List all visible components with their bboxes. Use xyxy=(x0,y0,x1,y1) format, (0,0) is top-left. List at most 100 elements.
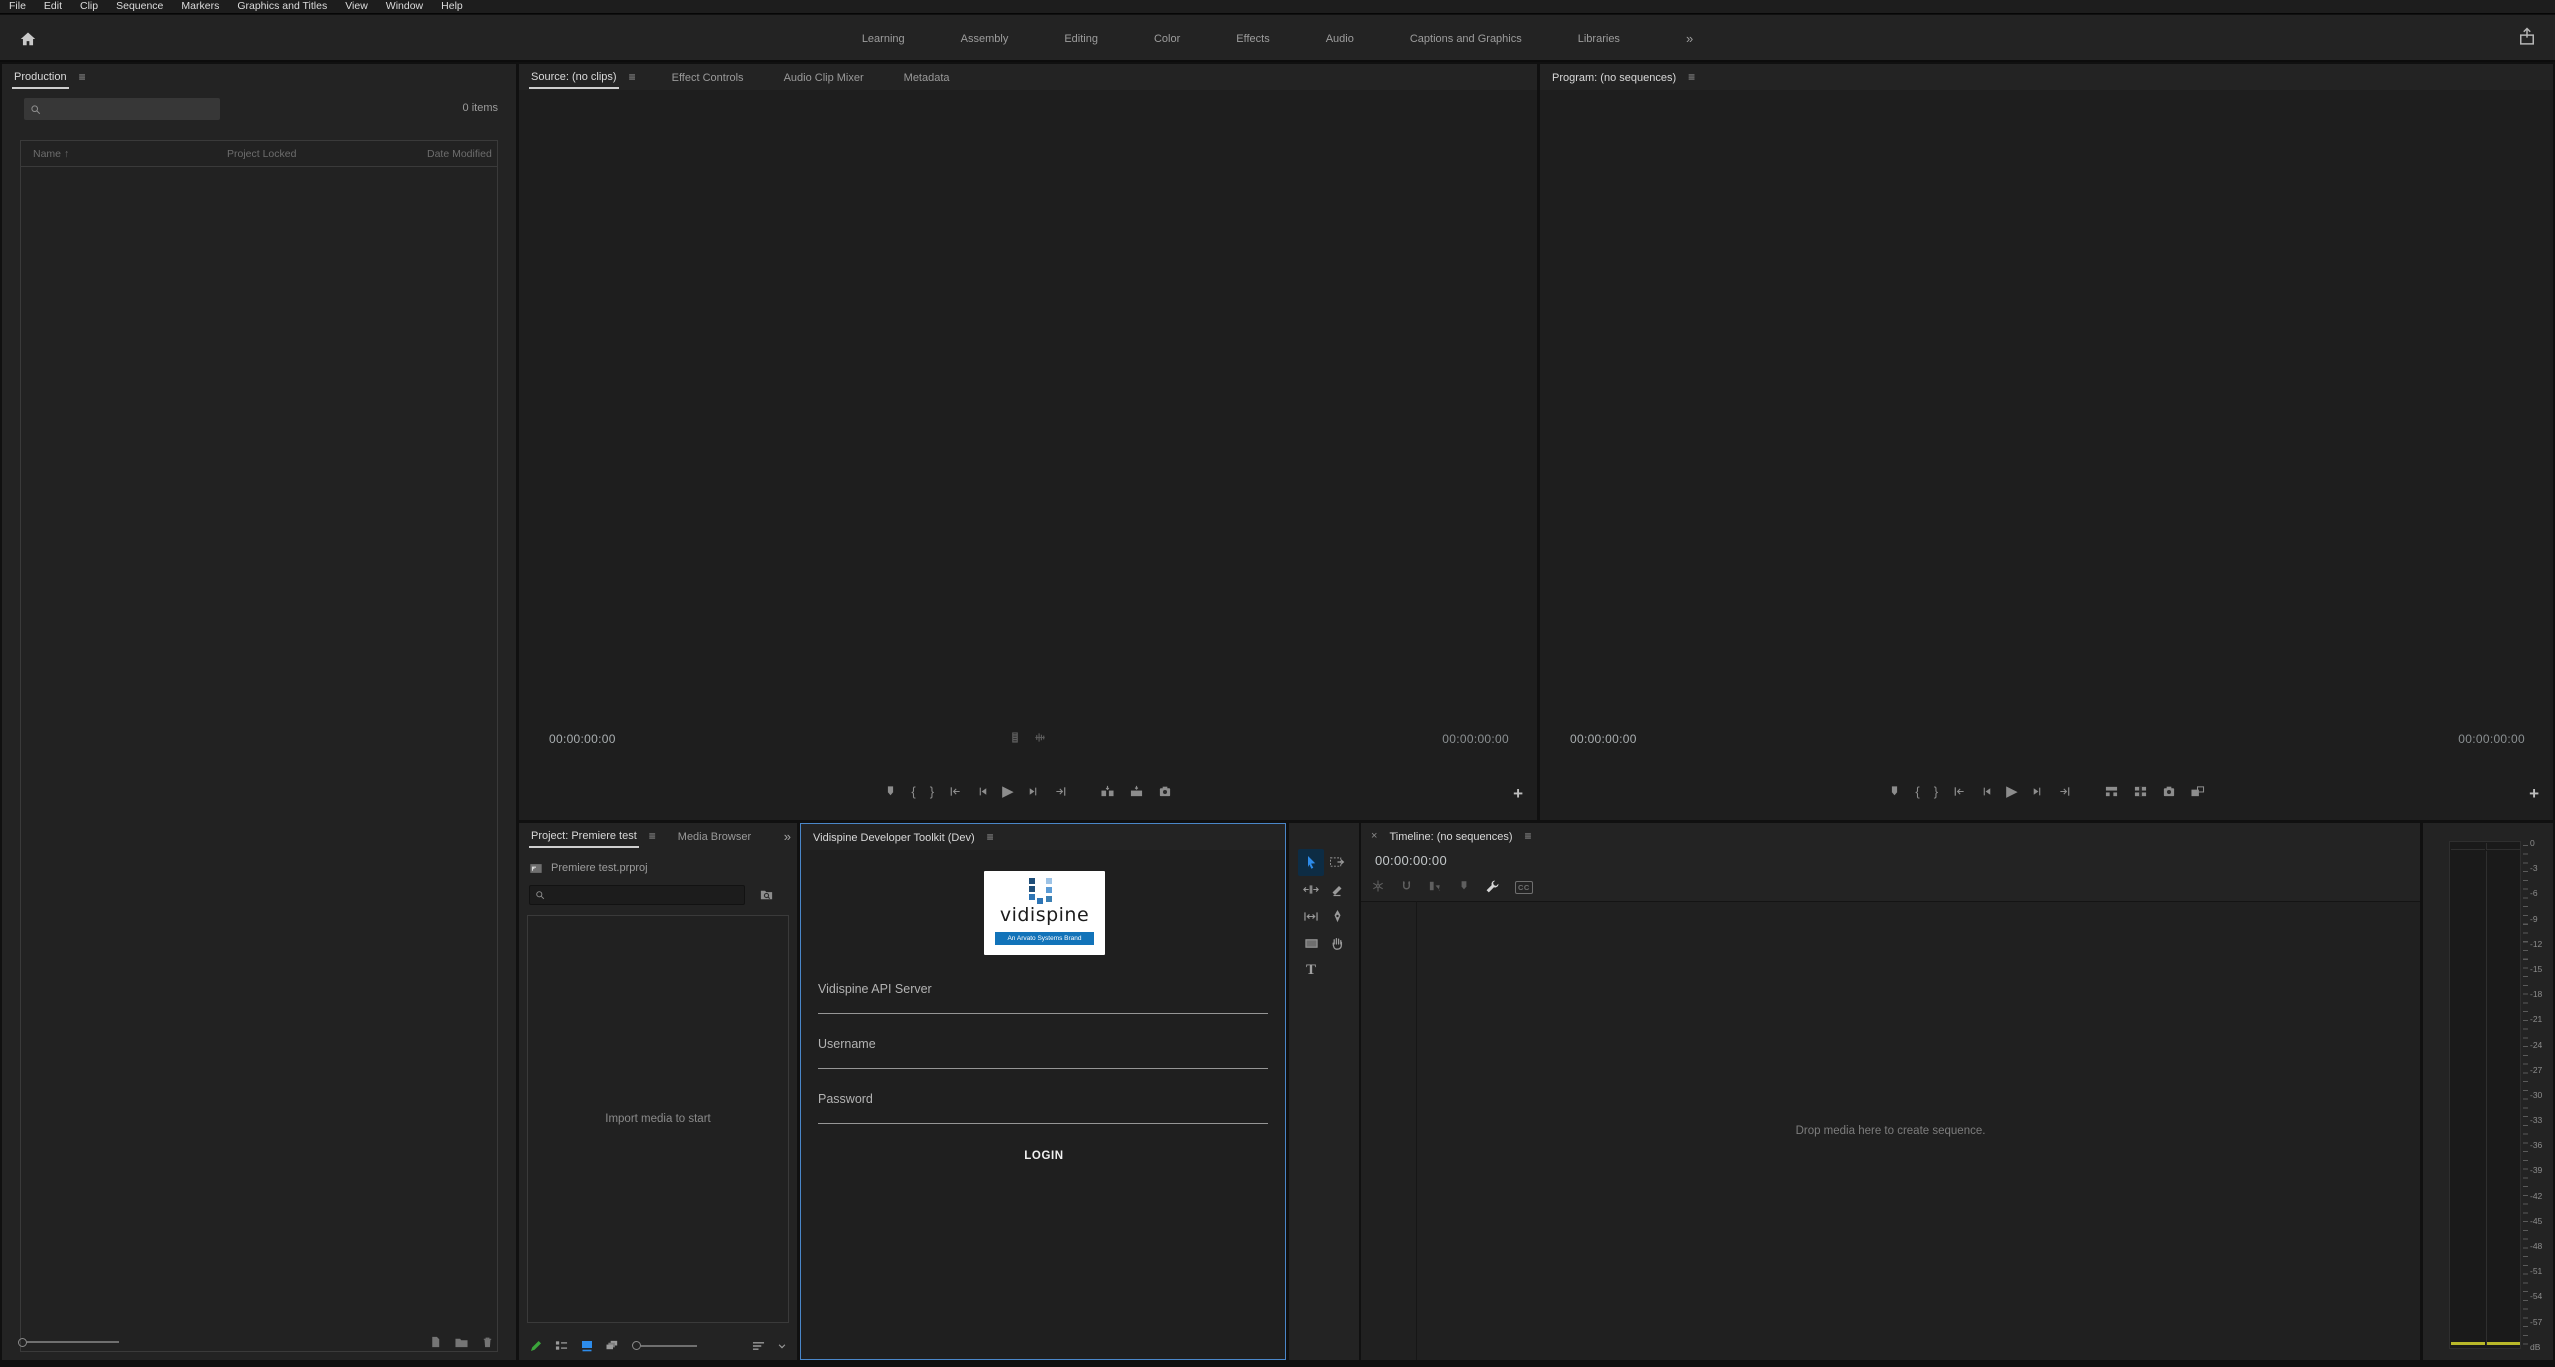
freeform-view-button[interactable] xyxy=(605,1339,621,1352)
play-button[interactable]: ▶ xyxy=(2006,782,2018,800)
insert-button[interactable] xyxy=(1100,785,1115,798)
step-back-button[interactable] xyxy=(976,785,988,798)
add-marker-button[interactable] xyxy=(1888,785,1901,798)
program-panel-menu-icon[interactable]: ≡ xyxy=(1686,71,1697,83)
workspace-tab-assembly[interactable]: Assembly xyxy=(961,33,1009,45)
selection-tool[interactable] xyxy=(1298,849,1324,876)
mark-in-button[interactable]: { xyxy=(1915,785,1919,798)
login-button[interactable]: LOGIN xyxy=(801,1150,1287,1162)
timeline-playhead-timecode[interactable]: 00:00:00:00 xyxy=(1375,853,1447,868)
export-frame-button[interactable] xyxy=(1158,785,1172,798)
project-tabs-overflow-icon[interactable]: » xyxy=(778,829,791,844)
menu-graphics-and-titles[interactable]: Graphics and Titles xyxy=(228,0,336,13)
timeline-close-icon[interactable]: × xyxy=(1371,830,1379,842)
hand-tool[interactable] xyxy=(1324,930,1350,957)
workspace-tab-libraries[interactable]: Libraries xyxy=(1578,33,1620,45)
new-project-button[interactable] xyxy=(422,1331,448,1353)
password-field[interactable]: Password xyxy=(818,1090,1268,1124)
add-marker-button[interactable] xyxy=(1458,880,1470,892)
project-media-list[interactable]: Import media to start xyxy=(527,915,789,1323)
menu-window[interactable]: Window xyxy=(377,0,432,13)
lift-button[interactable] xyxy=(2104,785,2119,798)
step-forward-button[interactable] xyxy=(1028,785,1040,798)
project-search-input[interactable] xyxy=(550,889,739,901)
extract-button[interactable] xyxy=(2133,785,2148,798)
track-select-forward-tool[interactable] xyxy=(1324,849,1350,876)
tab-metadata[interactable]: Metadata xyxy=(902,67,952,88)
menu-sequence[interactable]: Sequence xyxy=(107,0,172,13)
workspace-tab-editing[interactable]: Editing xyxy=(1064,33,1098,45)
step-back-button[interactable] xyxy=(1980,785,1992,798)
project-breadcrumb[interactable]: Premiere test.prproj xyxy=(529,857,789,879)
timeline-track-area[interactable]: Drop media here to create sequence. xyxy=(1361,901,2420,1360)
go-to-in-button[interactable] xyxy=(948,785,962,798)
ripple-edit-tool[interactable] xyxy=(1298,876,1324,903)
share-button[interactable] xyxy=(2517,27,2537,47)
tab-effect-controls[interactable]: Effect Controls xyxy=(670,67,746,88)
tab-vidispine-toolkit[interactable]: Vidispine Developer Toolkit (Dev) xyxy=(811,827,977,848)
production-search-box[interactable] xyxy=(24,98,220,120)
list-view-button[interactable] xyxy=(554,1339,569,1352)
tab-project[interactable]: Project: Premiere test xyxy=(529,825,639,848)
rectangle-tool[interactable] xyxy=(1298,930,1324,957)
razor-tool[interactable] xyxy=(1324,876,1350,903)
workspace-tab-captions-and-graphics[interactable]: Captions and Graphics xyxy=(1410,33,1522,45)
project-panel-menu-icon[interactable]: ≡ xyxy=(647,830,658,842)
workspace-tab-audio[interactable]: Audio xyxy=(1326,33,1354,45)
project-search-box[interactable] xyxy=(529,885,745,905)
drag-video-only-button[interactable] xyxy=(1009,731,1021,744)
workspace-tab-effects[interactable]: Effects xyxy=(1236,33,1269,45)
insert-as-nest-toggle[interactable] xyxy=(1371,879,1385,893)
mark-in-button[interactable]: { xyxy=(911,785,915,798)
menu-markers[interactable]: Markers xyxy=(172,0,228,13)
production-list[interactable]: Name ↑ Project Locked Date Modified xyxy=(20,140,498,1352)
sort-icons-button[interactable] xyxy=(751,1340,766,1352)
slip-tool[interactable] xyxy=(1298,903,1324,930)
program-button-editor[interactable]: + xyxy=(2529,784,2539,804)
project-writable-button[interactable] xyxy=(529,1339,543,1353)
username-field[interactable]: Username xyxy=(818,1035,1268,1069)
menu-view[interactable]: View xyxy=(336,0,377,13)
tab-media-browser[interactable]: Media Browser xyxy=(676,826,753,847)
workspace-overflow-icon[interactable]: » xyxy=(1686,31,1693,46)
column-project-locked[interactable]: Project Locked xyxy=(227,148,427,160)
linked-selection-toggle[interactable] xyxy=(1428,879,1443,893)
tab-program[interactable]: Program: (no sequences) xyxy=(1550,67,1678,88)
menu-file[interactable]: File xyxy=(0,0,35,13)
zoom-slider-knob[interactable] xyxy=(18,1338,27,1347)
search-bin-button[interactable] xyxy=(753,883,779,905)
production-search-input[interactable] xyxy=(46,103,214,115)
mark-out-button[interactable]: } xyxy=(1934,785,1938,798)
mark-out-button[interactable]: } xyxy=(930,785,934,798)
delete-button[interactable] xyxy=(474,1331,500,1353)
column-name[interactable]: Name ↑ xyxy=(21,148,227,160)
tab-source[interactable]: Source: (no clips) xyxy=(529,66,619,89)
icon-view-button[interactable] xyxy=(580,1339,594,1353)
comparison-view-button[interactable] xyxy=(2190,785,2205,798)
menu-clip[interactable]: Clip xyxy=(71,0,107,13)
captions-menu-button[interactable]: CC xyxy=(1515,877,1533,895)
new-bin-button[interactable] xyxy=(448,1331,474,1353)
play-button[interactable]: ▶ xyxy=(1002,782,1014,800)
drag-audio-only-button[interactable] xyxy=(1033,731,1047,744)
add-marker-button[interactable] xyxy=(884,785,897,798)
production-panel-menu-icon[interactable]: ≡ xyxy=(77,71,88,83)
menu-help[interactable]: Help xyxy=(432,0,472,13)
sort-order-dropdown[interactable] xyxy=(777,1341,787,1351)
vidispine-panel-menu-icon[interactable]: ≡ xyxy=(985,831,996,843)
go-to-out-button[interactable] xyxy=(1054,785,1068,798)
tab-timeline[interactable]: Timeline: (no sequences) xyxy=(1387,826,1514,847)
export-frame-button[interactable] xyxy=(2162,785,2176,798)
production-zoom-slider[interactable] xyxy=(18,1338,119,1347)
home-button[interactable] xyxy=(16,27,40,51)
pen-tool[interactable] xyxy=(1324,903,1350,930)
tab-production[interactable]: Production xyxy=(12,66,69,89)
timeline-display-settings-button[interactable] xyxy=(1485,879,1500,894)
project-zoom-slider[interactable] xyxy=(632,1341,697,1350)
api-server-field[interactable]: Vidispine API Server xyxy=(818,980,1268,1014)
type-tool[interactable]: T xyxy=(1298,957,1324,984)
source-panel-menu-icon[interactable]: ≡ xyxy=(627,71,638,83)
go-to-in-button[interactable] xyxy=(1952,785,1966,798)
snap-toggle[interactable] xyxy=(1400,879,1413,893)
timeline-panel-menu-icon[interactable]: ≡ xyxy=(1523,830,1534,842)
